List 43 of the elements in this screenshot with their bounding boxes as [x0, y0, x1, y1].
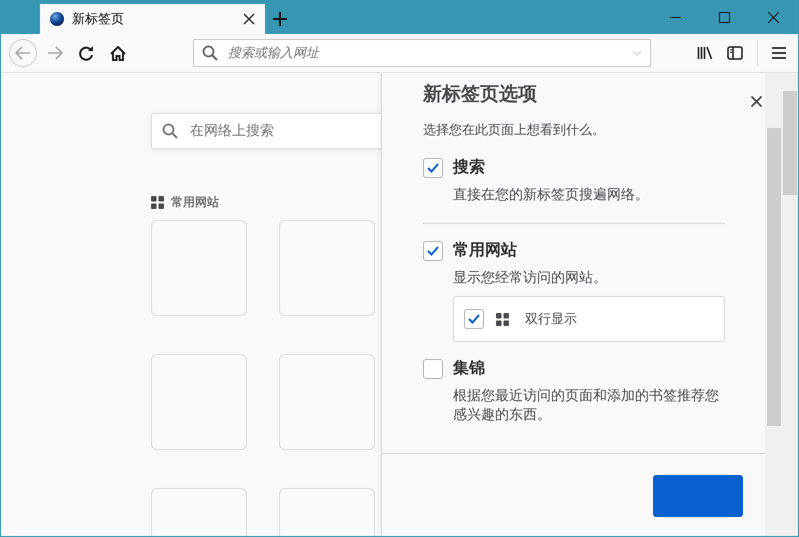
site-tile[interactable] — [279, 354, 375, 450]
search-icon — [202, 45, 218, 61]
close-icon[interactable] — [768, 12, 779, 22]
close-icon[interactable] — [243, 13, 255, 25]
reload-icon[interactable] — [79, 46, 94, 60]
menu-icon[interactable] — [772, 47, 786, 59]
panel-subtitle: 选择您在此页面上想看到什么。 — [423, 122, 606, 139]
panel-title: 新标签页选项 — [423, 82, 538, 107]
web-search-field[interactable]: 在网络上搜索 — [188, 122, 372, 140]
checkbox[interactable] — [423, 358, 443, 378]
checkbox[interactable] — [423, 158, 443, 178]
suboption-label[interactable]: 双行显示 — [525, 310, 577, 328]
maximize-icon[interactable] — [719, 12, 730, 22]
sidebar-icon[interactable] — [727, 46, 743, 60]
option-label[interactable]: 集锦 — [453, 358, 485, 379]
option-label[interactable]: 搜索 — [453, 157, 485, 178]
option-description: 根据您最近访问的页面和添加的书签推荐您感兴趣的东西。 — [453, 387, 720, 425]
site-tile[interactable] — [151, 354, 247, 450]
grid-icon — [496, 312, 509, 326]
checkmark-icon — [427, 162, 439, 172]
browser-tab[interactable]: 新标签页 — [40, 4, 265, 34]
option-description: 直接在您的新标签页搜遍网络。 — [453, 186, 650, 205]
address-bar[interactable]: 搜索或输入网址 — [193, 39, 651, 67]
scrollbar[interactable] — [782, 73, 798, 536]
option-description: 显示您经常访问的网站。 — [453, 269, 608, 288]
web-search-bar[interactable]: 在网络上搜索 — [151, 113, 381, 149]
grid-icon — [151, 196, 164, 209]
scrollbar[interactable] — [765, 73, 783, 536]
site-tile[interactable] — [151, 220, 247, 316]
site-tile[interactable] — [279, 220, 375, 316]
checkmark-icon — [468, 314, 480, 324]
home-icon[interactable] — [110, 46, 126, 60]
checkmark-icon — [427, 246, 439, 256]
checkbox[interactable] — [464, 309, 484, 329]
library-icon[interactable] — [697, 46, 713, 60]
section-heading: 常用网站 — [171, 194, 219, 211]
back-arrow-icon — [15, 46, 31, 60]
search-icon — [162, 123, 178, 139]
checkbox[interactable] — [423, 240, 443, 260]
globe-icon — [50, 12, 64, 26]
option-label[interactable]: 常用网站 — [453, 240, 517, 261]
plus-icon[interactable] — [273, 12, 287, 26]
close-button[interactable] — [751, 95, 762, 110]
